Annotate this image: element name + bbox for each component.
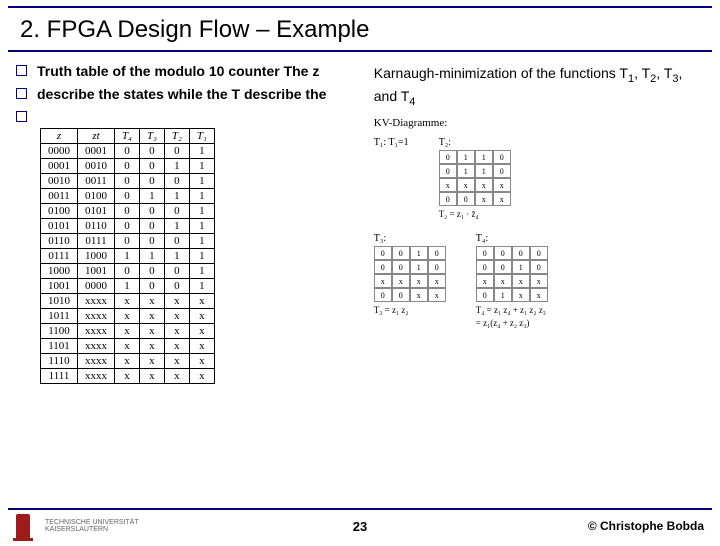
kv-cell: x <box>475 178 493 192</box>
kv-cell: 1 <box>475 164 493 178</box>
left-column: Truth table of the modulo 10 counter The… <box>16 62 374 384</box>
bullet-1: Truth table of the modulo 10 counter The… <box>16 62 374 81</box>
table-row: 010101100011 <box>41 218 215 233</box>
kv-cell: x <box>493 192 511 206</box>
kv-cell: x <box>428 274 446 288</box>
kv-cell: 0 <box>428 246 446 260</box>
kv-cell: 0 <box>476 288 494 302</box>
kv-cell: x <box>410 274 428 288</box>
kv-cell: 1 <box>475 150 493 164</box>
kv-cell: 0 <box>512 246 530 260</box>
table-header: T₂ <box>164 128 189 143</box>
kv-cell: 0 <box>476 260 494 274</box>
kv-cell: 0 <box>493 164 511 178</box>
table-row: 1100xxxxxxxx <box>41 323 215 338</box>
kv-map-t2: T₂: 01100110xxxx00xx T₂ = z₁ · z̄₄ <box>439 137 511 219</box>
kv-cell: 0 <box>476 246 494 260</box>
bullet-2: describe the states while the T describe… <box>16 85 374 104</box>
table-row: 1101xxxxxxxx <box>41 338 215 353</box>
logo-column-icon <box>16 514 30 538</box>
kv-cell: x <box>493 178 511 192</box>
table-row: 010001010001 <box>41 203 215 218</box>
kv-cell: 1 <box>410 246 428 260</box>
rule-under-title <box>8 50 712 52</box>
kv-cell: x <box>530 274 548 288</box>
kv-cell: 0 <box>494 260 512 274</box>
kv-diagrams: KV-Diagramme: T₁: T₁=1 T₂: 01100110xxxx0… <box>374 117 704 328</box>
kv-cell: 0 <box>439 150 457 164</box>
kv-cell: 0 <box>374 260 392 274</box>
kv-cell: 0 <box>494 246 512 260</box>
bullet-1-text: Truth table of the modulo 10 counter The… <box>37 62 319 81</box>
kv-cell: x <box>392 274 410 288</box>
table-row: 011110001111 <box>41 248 215 263</box>
kv-cell: x <box>494 274 512 288</box>
kv-cell: x <box>410 288 428 302</box>
kv-cell: 0 <box>374 246 392 260</box>
kv-map-t4: T₄: 00000010xxxx01xx T₄ = z₁ z₄ + z₁ z₂ … <box>476 233 548 328</box>
kv-cell: x <box>374 274 392 288</box>
kv-cell: 0 <box>530 246 548 260</box>
table-row: 1111xxxxxxxx <box>41 368 215 383</box>
table-row: 1011xxxxxxxx <box>41 308 215 323</box>
footer: TECHNISCHE UNIVERSITÄT KAISERSLAUTERN 23… <box>0 512 720 540</box>
table-header: z <box>41 128 78 143</box>
copyright: © Christophe Bobda <box>588 519 704 533</box>
kv-map-t1: T₁: T₁=1 <box>374 137 409 219</box>
table-row: 011001110001 <box>41 233 215 248</box>
kv-cell: 1 <box>457 150 475 164</box>
kv-cell: 0 <box>392 246 410 260</box>
kv-cell: x <box>439 178 457 192</box>
table-row: 100100001001 <box>41 278 215 293</box>
university-logo: TECHNISCHE UNIVERSITÄT KAISERSLAUTERN <box>16 514 139 538</box>
table-header: T₁ <box>189 128 214 143</box>
kv-cell: 1 <box>410 260 428 274</box>
kv-cell: x <box>428 288 446 302</box>
kv-cell: 0 <box>374 288 392 302</box>
table-row: 001101000111 <box>41 188 215 203</box>
kv-cell: 0 <box>493 150 511 164</box>
kv-cell: 1 <box>457 164 475 178</box>
right-intro: Karnaugh-minimization of the functions T… <box>374 62 704 109</box>
table-row: 000000010001 <box>41 143 215 158</box>
kv-heading: KV-Diagramme: <box>374 117 704 129</box>
table-header: zt <box>78 128 115 143</box>
table-header: T₃ <box>139 128 164 143</box>
kv-cell: 0 <box>439 192 457 206</box>
table-row: 100010010001 <box>41 263 215 278</box>
kv-cell: x <box>457 178 475 192</box>
right-column: Karnaugh-minimization of the functions T… <box>374 62 704 384</box>
kv-cell: x <box>476 274 494 288</box>
kv-cell: 1 <box>512 260 530 274</box>
kv-cell: 1 <box>494 288 512 302</box>
slide-title: 2. FPGA Design Flow – Example <box>0 8 720 48</box>
kv-cell: 0 <box>392 260 410 274</box>
bullet-box-icon <box>16 88 27 99</box>
bullet-3 <box>16 108 374 122</box>
truth-table: zztT₄T₃T₂T₁ 0000000100010001001000110010… <box>40 128 215 384</box>
bullet-box-icon <box>16 111 27 122</box>
bullet-box-icon <box>16 65 27 76</box>
table-row: 001000110001 <box>41 173 215 188</box>
kv-cell: x <box>512 288 530 302</box>
kv-cell: 0 <box>392 288 410 302</box>
kv-cell: x <box>512 274 530 288</box>
kv-cell: x <box>530 288 548 302</box>
table-row: 1110xxxxxxxx <box>41 353 215 368</box>
kv-cell: 0 <box>428 260 446 274</box>
kv-map-t3: T₃: 00100010xxxx00xx T₃ = z₁ z₂ <box>374 233 446 328</box>
kv-cell: 0 <box>530 260 548 274</box>
table-row: 1010xxxxxxxx <box>41 293 215 308</box>
kv-cell: 0 <box>457 192 475 206</box>
kv-cell: x <box>475 192 493 206</box>
table-row: 000100100011 <box>41 158 215 173</box>
rule-bottom <box>8 508 712 510</box>
page-number: 23 <box>353 519 367 534</box>
bullet-2-text: describe the states while the T describe… <box>37 85 326 104</box>
kv-cell: 0 <box>439 164 457 178</box>
content-area: Truth table of the modulo 10 counter The… <box>0 62 720 384</box>
table-header: T₄ <box>115 128 140 143</box>
